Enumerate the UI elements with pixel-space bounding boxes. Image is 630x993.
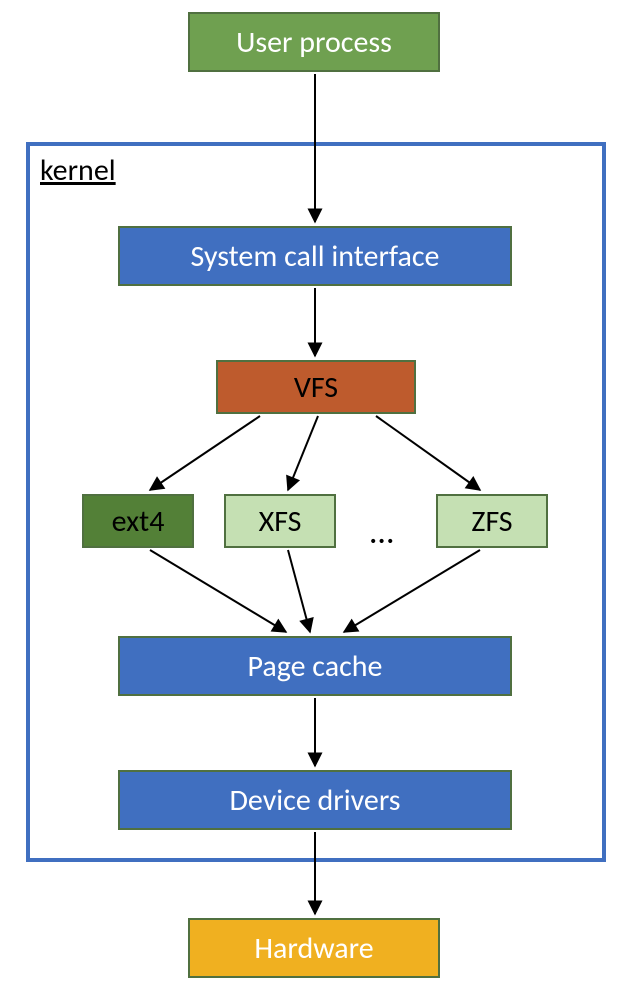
zfs-label: ZFS xyxy=(471,503,512,540)
device-drivers-box: Device drivers xyxy=(118,770,512,830)
zfs-box: ZFS xyxy=(436,494,548,548)
syscall-box: System call interface xyxy=(118,226,512,286)
user-process-label: User process xyxy=(236,24,392,61)
vfs-box: VFS xyxy=(216,360,416,414)
kernel-label: kernel xyxy=(40,152,116,189)
dots: … xyxy=(370,512,393,553)
ext4-label: ext4 xyxy=(112,503,165,540)
ext4-box: ext4 xyxy=(82,494,194,548)
xfs-box: XFS xyxy=(224,494,336,548)
vfs-label: VFS xyxy=(294,369,338,406)
syscall-label: System call interface xyxy=(191,238,440,275)
diagram-stage: kernel User process System call interfac… xyxy=(0,0,630,993)
page-cache-box: Page cache xyxy=(118,636,512,696)
hardware-label: Hardware xyxy=(254,930,373,967)
page-cache-label: Page cache xyxy=(248,648,383,685)
hardware-box: Hardware xyxy=(188,918,440,978)
device-drivers-label: Device drivers xyxy=(229,782,400,819)
xfs-label: XFS xyxy=(259,503,302,540)
user-process-box: User process xyxy=(188,12,440,72)
